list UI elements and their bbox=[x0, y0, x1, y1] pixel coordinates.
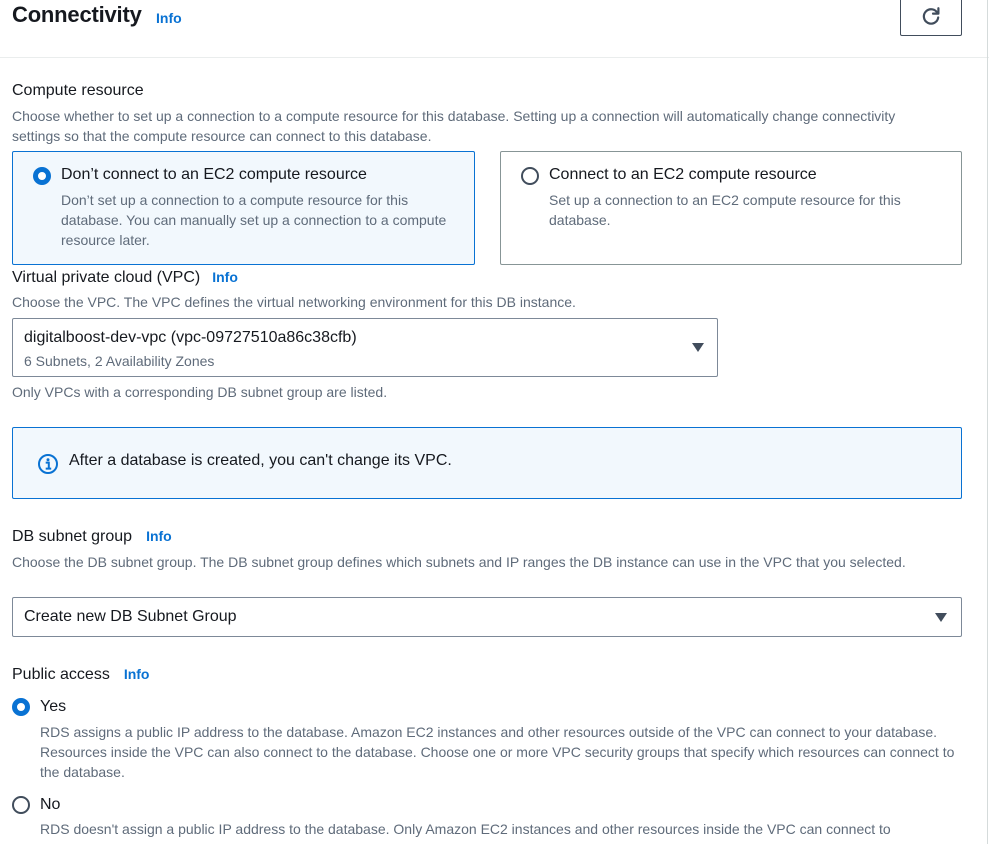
compute-resource-description: Choose whether to set up a connection to… bbox=[12, 108, 896, 144]
public-access-label-row: Public access Info bbox=[12, 666, 149, 684]
subnet-description: Choose the DB subnet group. The DB subne… bbox=[12, 554, 906, 570]
public-access-yes-label[interactable]: Yes bbox=[40, 698, 66, 716]
public-access-info-link[interactable]: Info bbox=[124, 666, 150, 682]
public-access-no-label[interactable]: No bbox=[40, 796, 60, 814]
tile-connect-title: Connect to an EC2 compute resource bbox=[549, 166, 817, 183]
caret-down-icon bbox=[692, 343, 704, 352]
header-info-link[interactable]: Info bbox=[156, 10, 182, 26]
vpc-selected-value: digitalboost-dev-vpc (vpc-09727510a86c38… bbox=[24, 329, 357, 346]
public-access-yes-description: RDS assigns a public IP address to the d… bbox=[40, 724, 955, 780]
compute-resource-label: Compute resource bbox=[12, 82, 144, 99]
panel-right-border bbox=[987, 0, 988, 844]
tile-dont-connect-ec2[interactable]: Don’t connect to an EC2 compute resource… bbox=[12, 151, 475, 265]
vpc-description: Choose the VPC. The VPC defines the virt… bbox=[12, 294, 576, 310]
vpc-label-row: Virtual private cloud (VPC) Info bbox=[12, 269, 238, 287]
subnet-info-link[interactable]: Info bbox=[146, 528, 172, 544]
subnet-label-row: DB subnet group Info bbox=[12, 528, 172, 546]
tile-dont-connect-description: Don’t set up a connection to a compute r… bbox=[61, 192, 447, 248]
vpc-constraint-text: Only VPCs with a corresponding DB subnet… bbox=[12, 384, 388, 400]
vpc-select[interactable]: digitalboost-dev-vpc (vpc-09727510a86c38… bbox=[12, 318, 718, 377]
refresh-button[interactable] bbox=[900, 0, 962, 36]
tile-dont-connect-title: Don’t connect to an EC2 compute resource bbox=[61, 166, 367, 183]
page-title: Connectivity bbox=[12, 2, 142, 27]
vpc-info-alert: After a database is created, you can't c… bbox=[12, 427, 962, 499]
vpc-label: Virtual private cloud (VPC) bbox=[12, 269, 201, 286]
radio-public-access-no[interactable] bbox=[12, 796, 30, 814]
alert-text: After a database is created, you can't c… bbox=[69, 452, 452, 469]
radio-public-access-yes[interactable] bbox=[12, 698, 30, 716]
connectivity-panel: Connectivity Info Compute resource Choos… bbox=[0, 0, 989, 844]
radio-connect-ec2[interactable] bbox=[521, 167, 539, 185]
subnet-select[interactable]: Create new DB Subnet Group bbox=[12, 597, 962, 637]
subnet-selected-value: Create new DB Subnet Group bbox=[24, 608, 237, 625]
vpc-info-link[interactable]: Info bbox=[212, 269, 238, 285]
public-access-no-description: RDS doesn't assign a public IP address t… bbox=[40, 821, 891, 837]
info-circle-icon bbox=[38, 454, 58, 474]
tile-connect-description: Set up a connection to an EC2 compute re… bbox=[549, 192, 901, 228]
vpc-selected-detail: 6 Subnets, 2 Availability Zones bbox=[24, 353, 215, 369]
subnet-label: DB subnet group bbox=[12, 528, 133, 545]
tile-connect-ec2[interactable]: Connect to an EC2 compute resource Set u… bbox=[500, 151, 962, 265]
refresh-icon bbox=[922, 7, 940, 25]
radio-dont-connect-ec2[interactable] bbox=[33, 167, 51, 185]
caret-down-icon bbox=[935, 613, 947, 622]
panel-header: Connectivity Info bbox=[0, 0, 989, 58]
public-access-label: Public access bbox=[12, 666, 110, 683]
